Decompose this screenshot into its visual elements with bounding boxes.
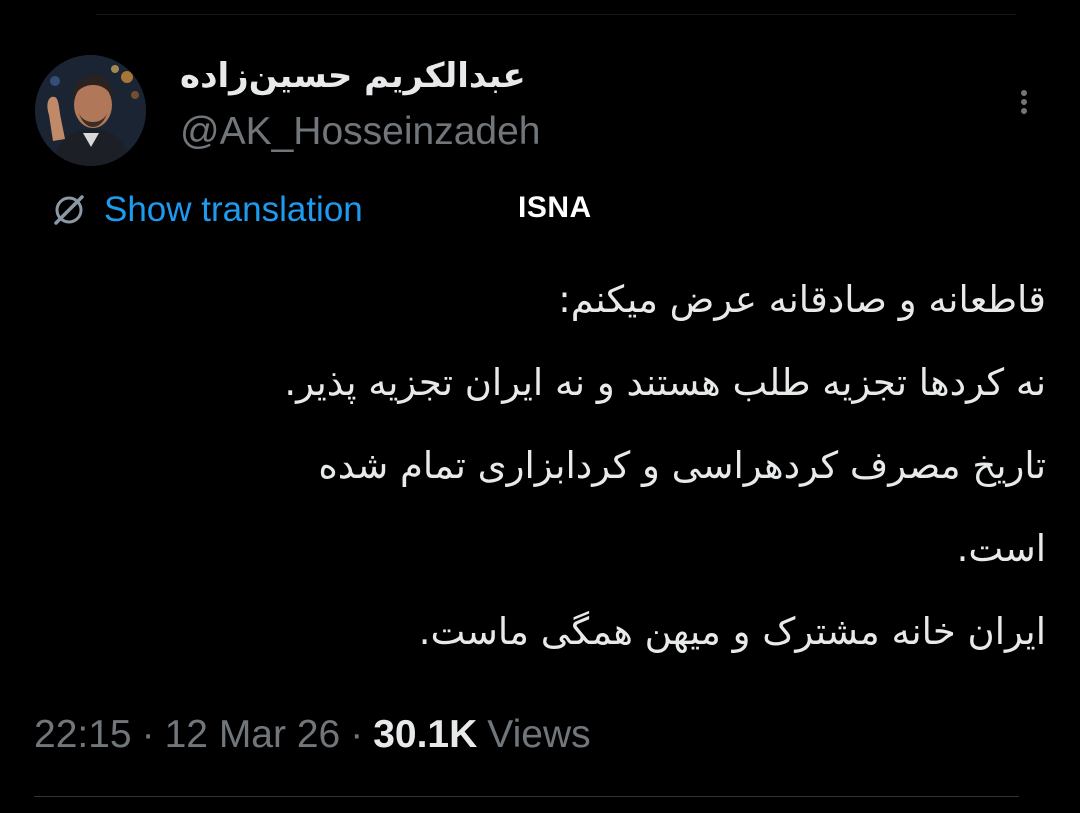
tweet-line: تاریخ مصرف کردهراسی و کردابزاری تمام شده	[318, 444, 1046, 487]
tweet-line: است.	[956, 527, 1046, 570]
tweet-meta: 22:15 · 12 Mar 26 · 30.1K Views	[34, 708, 591, 762]
tweet-line: نه کردها تجزیه طلب هستند و نه ایران تجزی…	[284, 361, 1046, 404]
bottom-divider	[34, 796, 1019, 797]
meta-separator: ·	[141, 713, 155, 756]
meta-separator: ·	[350, 713, 364, 756]
author-handle[interactable]: @AK_Hosseinzadeh	[180, 108, 540, 156]
more-vertical-icon	[1021, 90, 1027, 114]
author-avatar[interactable]	[35, 55, 146, 166]
show-translation-label: Show translation	[104, 190, 363, 229]
author-display-name[interactable]: عبدالکریم حسین‌زاده	[180, 52, 530, 102]
tweet-text: قاطعانه و صادقانه عرض میکنم: نه کردها تج…	[34, 258, 1046, 678]
show-translation-button[interactable]: Show translation	[50, 186, 363, 234]
top-divider	[96, 14, 1016, 15]
views-label: Views	[487, 713, 591, 756]
tweet-line: قاطعانه و صادقانه عرض میکنم:	[558, 278, 1046, 321]
tweet-time[interactable]: 22:15	[34, 713, 132, 757]
tweet-date[interactable]: 12 Mar 26	[165, 713, 341, 757]
more-options-button[interactable]	[1004, 82, 1044, 122]
avatar-photo	[35, 55, 146, 166]
globe-translate-icon	[50, 191, 88, 229]
isna-watermark: ISNA	[518, 191, 592, 224]
views-count[interactable]: 30.1K	[373, 713, 477, 757]
tweet-line: ایران خانه مشترک و میهن همگی ماست.	[418, 610, 1046, 653]
